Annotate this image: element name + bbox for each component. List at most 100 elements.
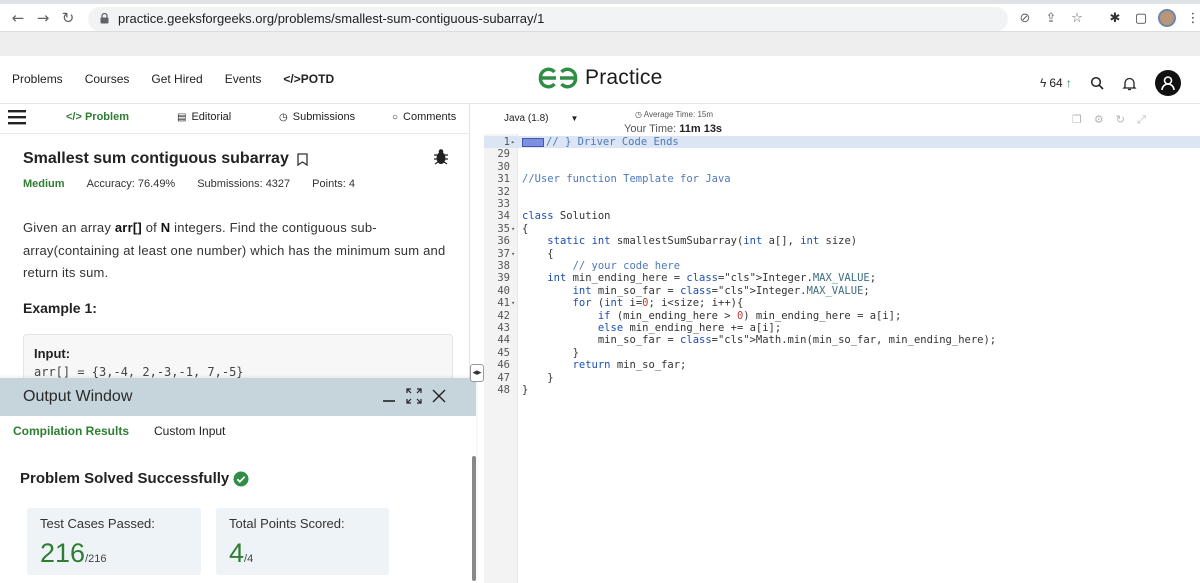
share-icon[interactable]: ⇪	[1041, 8, 1061, 28]
code-line[interactable]: 43 else min_ending_here += a[i];	[484, 322, 1200, 334]
output-window: Output Window Compilation Results Custom…	[0, 378, 476, 583]
expand-icon[interactable]	[406, 388, 422, 404]
forward-icon[interactable]: →	[33, 8, 53, 28]
copy-icon[interactable]: ❐	[1072, 113, 1082, 127]
nav-problems[interactable]: Problems	[12, 72, 63, 86]
window-icon[interactable]: ▢	[1131, 8, 1151, 28]
test-cases-value: 216/216	[40, 538, 106, 569]
code-line[interactable]: 47 }	[484, 372, 1200, 384]
nav-events[interactable]: Events	[225, 72, 262, 86]
output-scrollbar[interactable]	[472, 456, 476, 581]
nav-potd[interactable]: </>POTD	[283, 72, 334, 86]
browser-chrome: ← → ↻ practice.geeksforgeeks.org/problem…	[0, 0, 1200, 56]
code-line[interactable]: 31 //User function Template for Java	[484, 173, 1200, 185]
reload-icon[interactable]: ↻	[58, 8, 78, 28]
code-line[interactable]: 40 int min_so_far = class="cls">Integer.…	[484, 285, 1200, 297]
back-icon[interactable]: ←	[8, 8, 28, 28]
search-icon[interactable]	[1090, 76, 1104, 90]
comment-icon: ○	[392, 111, 399, 123]
reset-icon[interactable]: ↻	[1116, 113, 1125, 127]
tab-problem[interactable]: </> Problem	[66, 111, 129, 123]
code-line[interactable]: 30	[484, 161, 1200, 173]
clock-icon: ◷	[279, 111, 288, 123]
streak-counter[interactable]: ϟ 64 ↑	[1040, 76, 1072, 90]
caret-down-icon: ▼	[570, 114, 579, 123]
star-icon[interactable]: ☆	[1067, 8, 1087, 28]
output-header: Output Window	[0, 378, 476, 416]
difficulty-badge: Medium	[23, 178, 65, 190]
hamburger-icon[interactable]	[8, 106, 26, 128]
fullscreen-icon[interactable]: ⤢	[1137, 113, 1146, 127]
code-line[interactable]: 42 if (min_ending_here > 0) min_ending_h…	[484, 310, 1200, 322]
tab-editorial[interactable]: ▤ Editorial	[177, 111, 231, 123]
code-line[interactable]: 41 ▾ for (int i=0; i<size; i++){	[484, 297, 1200, 309]
close-icon[interactable]	[432, 389, 446, 403]
code-line[interactable]: 46 return min_so_far;	[484, 359, 1200, 371]
code-text: min_so_far = class="cls">Math.min(min_so…	[522, 334, 997, 347]
points-text: Points: 4	[312, 178, 355, 190]
your-time-label: Your Time:	[624, 123, 680, 135]
extension-icon[interactable]: ✱	[1105, 8, 1125, 28]
logo-text: Practice	[585, 66, 663, 89]
code-line[interactable]: 32	[484, 186, 1200, 198]
line-number: 29	[497, 148, 510, 161]
your-time-value: 11m 13s	[679, 123, 723, 135]
code-line[interactable]: 29	[484, 148, 1200, 160]
nav-courses[interactable]: Courses	[85, 72, 130, 86]
lock-icon	[100, 13, 109, 24]
problem-title: Smallest sum contiguous subarray	[23, 150, 308, 168]
code-line[interactable]: 35 ▾ {	[484, 223, 1200, 235]
line-number: 41	[497, 297, 510, 310]
user-avatar[interactable]	[1154, 70, 1181, 96]
your-time: Your Time: 11m 13s	[624, 123, 722, 135]
tab-compilation-results[interactable]: Compilation Results	[13, 424, 129, 438]
code-line[interactable]: 37 ▾ {	[484, 248, 1200, 260]
fold-arrow-icon[interactable]: ▾	[511, 297, 515, 309]
tab-comments[interactable]: ○ Comments	[392, 111, 456, 123]
points-scored: 4	[229, 538, 245, 568]
code-editor: Java (1.8) ▼ ◷ Average Time: 15m Your Ti…	[484, 104, 1200, 583]
output-tabs: Compilation Results Custom Input	[13, 424, 225, 438]
code-line[interactable]: 45 }	[484, 347, 1200, 359]
minimize-icon[interactable]	[382, 389, 396, 403]
settings-icon[interactable]: ⚙	[1094, 113, 1104, 127]
fold-arrow-icon[interactable]: ▸	[511, 136, 515, 148]
code-line[interactable]: 34 class Solution	[484, 210, 1200, 222]
code-line[interactable]: 33	[484, 198, 1200, 210]
eye-off-icon[interactable]: ⊘	[1015, 8, 1035, 28]
bell-icon[interactable]	[1122, 76, 1137, 91]
points-value: 4/4	[229, 538, 253, 569]
tab-custom-input[interactable]: Custom Input	[154, 424, 225, 438]
gfg-logo-icon	[538, 67, 578, 89]
output-controls	[382, 388, 446, 404]
address-bar[interactable]: practice.geeksforgeeks.org/problems/smal…	[88, 7, 1008, 31]
code-text: int min_so_far = class="cls">Integer.MAX…	[572, 284, 870, 297]
accuracy-text: Accuracy: 76.49%	[86, 178, 176, 190]
desc-part: Given an array	[23, 220, 115, 235]
code-line[interactable]: 39 int min_ending_here = class="cls">Int…	[484, 272, 1200, 284]
bug-report-icon[interactable]	[433, 148, 449, 166]
code-text: int min_ending_here = class="cls">Intege…	[547, 272, 877, 285]
gfg-logo[interactable]: Practice	[537, 66, 662, 90]
fold-arrow-icon[interactable]: ▾	[511, 223, 515, 235]
code-text: }	[522, 384, 529, 396]
check-circle-icon	[233, 471, 249, 486]
code-line[interactable]: 1 ▸ // } Driver Code Ends	[484, 136, 1200, 149]
desc-n: N	[160, 220, 171, 235]
desc-part: of	[141, 220, 161, 235]
line-number: 42	[497, 309, 510, 322]
nav-get-hired[interactable]: Get Hired	[151, 72, 202, 86]
code-line[interactable]: 36 static int smallestSumSubarray(int a[…	[484, 235, 1200, 247]
menu-icon[interactable]: ⋮	[1183, 8, 1200, 28]
pane-splitter-handle[interactable]: ◂▸	[470, 364, 484, 382]
fold-arrow-icon[interactable]: ▾	[511, 248, 515, 260]
language-select[interactable]: Java (1.8) ▼	[504, 113, 578, 124]
line-number: 46	[497, 359, 510, 372]
bookmark-icon[interactable]	[297, 152, 308, 166]
line-number: 45	[497, 346, 510, 359]
code-line[interactable]: 38 // your code here	[484, 260, 1200, 272]
code-line[interactable]: 44 min_so_far = class="cls">Math.min(min…	[484, 334, 1200, 346]
code-line[interactable]: 48}	[484, 384, 1200, 396]
tab-submissions[interactable]: ◷ Submissions	[279, 111, 355, 123]
profile-avatar[interactable]	[1157, 8, 1177, 28]
